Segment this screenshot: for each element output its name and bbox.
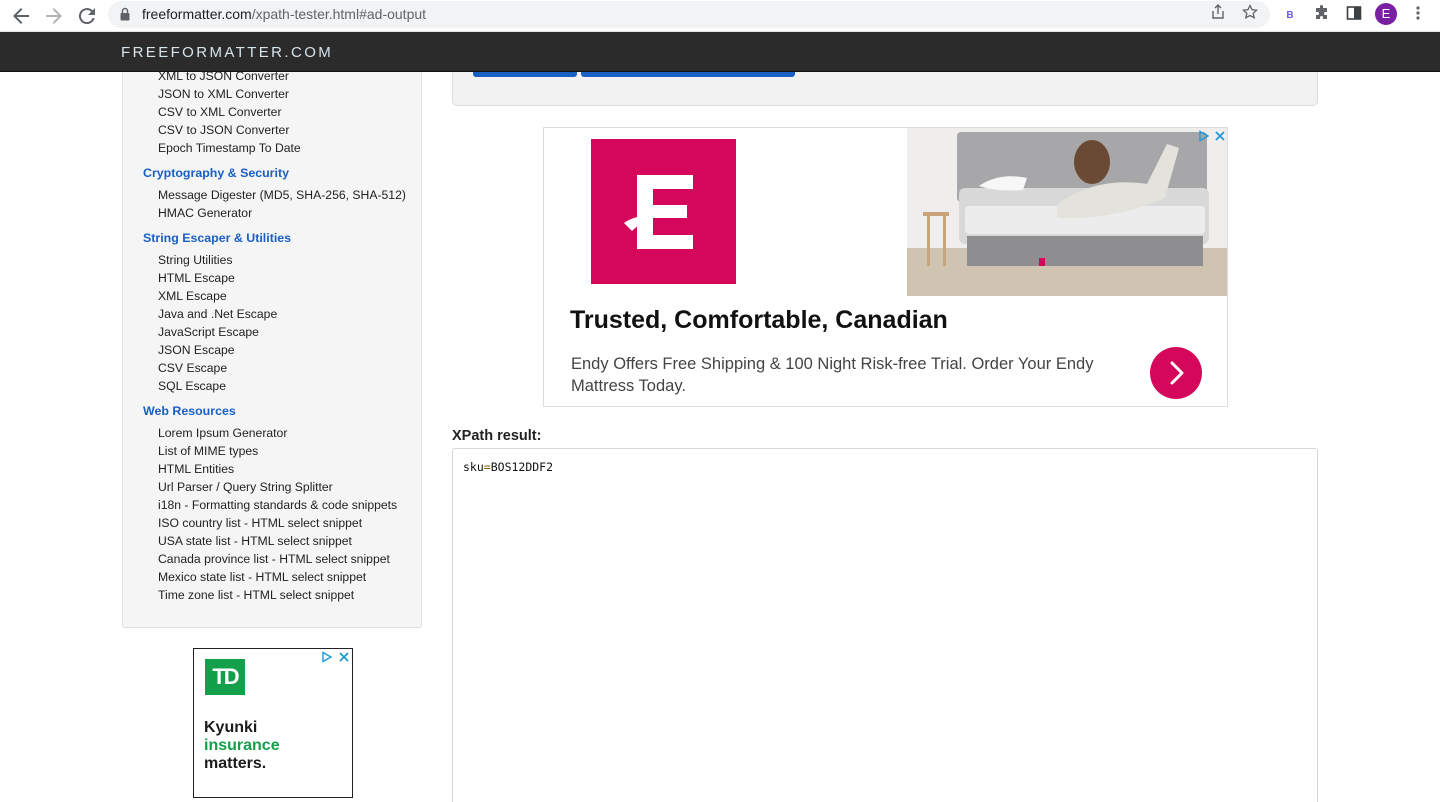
secondary-action-button[interactable] <box>581 72 795 77</box>
test-xpath-button[interactable] <box>473 72 577 77</box>
extension-b-icon[interactable]: B <box>1279 5 1301 27</box>
adchoices-icon[interactable] <box>321 651 333 663</box>
sidebar-link-canada-province[interactable]: Canada province list - HTML select snipp… <box>158 552 390 566</box>
forward-icon[interactable] <box>42 4 66 28</box>
td-ad-line3: matters. <box>204 755 267 772</box>
sidebar-link-message-digester[interactable]: Message Digester (MD5, SHA-256, SHA-512) <box>158 188 406 202</box>
chevron-right-icon <box>1170 361 1184 385</box>
share-icon[interactable] <box>1208 4 1228 24</box>
sidebar-link-usa-state[interactable]: USA state list - HTML select snippet <box>158 534 352 548</box>
ad-close-icon[interactable] <box>338 651 350 663</box>
sidebar-link-java-net-escape[interactable]: Java and .Net Escape <box>158 307 277 321</box>
menu-kebab-icon[interactable] <box>1407 5 1429 27</box>
adchoices-icon[interactable] <box>1198 130 1210 142</box>
site-header: FREEFORMATTER.COM <box>0 32 1440 72</box>
sidebar-category-crypto[interactable]: Cryptography & Security <box>143 166 289 180</box>
ad-td-insurance[interactable]: TD Kyunki insurance matters. <box>193 648 353 798</box>
sidebar-link-html-escape[interactable]: HTML Escape <box>158 271 235 285</box>
sidebar: XML to JSON Converter JSON to XML Conver… <box>122 69 422 628</box>
browser-toolbar: freeformatter.com/xpath-tester.html#ad-o… <box>0 0 1440 32</box>
ad-close-icon[interactable] <box>1214 130 1226 142</box>
sidebar-link-time-zone[interactable]: Time zone list - HTML select snippet <box>158 588 354 602</box>
bookmark-star-icon[interactable] <box>1240 3 1260 24</box>
sidebar-link-javascript-escape[interactable]: JavaScript Escape <box>158 325 259 339</box>
site-logo[interactable]: FREEFORMATTER.COM <box>121 44 333 61</box>
ad-cta-button[interactable] <box>1150 347 1202 399</box>
sidebar-link-html-entities[interactable]: HTML Entities <box>158 462 234 476</box>
endy-logo <box>591 139 736 284</box>
reload-icon[interactable] <box>75 4 99 28</box>
ad-headline: Trusted, Comfortable, Canadian <box>570 306 948 334</box>
url-path: /xpath-tester.html#ad-output <box>251 6 427 22</box>
sidebar-link-csv-to-json[interactable]: CSV to JSON Converter <box>158 123 289 137</box>
back-icon[interactable] <box>9 4 33 28</box>
url-host: freeformatter.com <box>142 6 252 22</box>
sidebar-link-mexico-state[interactable]: Mexico state list - HTML select snippet <box>158 570 366 584</box>
sidebar-category-string[interactable]: String Escaper & Utilities <box>143 231 291 245</box>
xpath-input-panel <box>452 72 1318 106</box>
xpath-result-label: XPath result: <box>452 428 542 444</box>
sidebar-link-lorem-ipsum[interactable]: Lorem Ipsum Generator <box>158 426 287 440</box>
sidebar-link-iso-country[interactable]: ISO country list - HTML select snippet <box>158 516 362 530</box>
sidebar-link-epoch-timestamp[interactable]: Epoch Timestamp To Date <box>158 141 301 155</box>
xpath-result-output[interactable]: sku=BOS12DDF2 <box>452 448 1318 802</box>
extensions-puzzle-icon[interactable] <box>1311 5 1333 27</box>
sidebar-link-mime-types[interactable]: List of MIME types <box>158 444 258 458</box>
result-equals: = <box>483 460 491 474</box>
profile-avatar[interactable]: E <box>1375 3 1397 25</box>
ad-endy-mattress[interactable]: Trusted, Comfortable, Canadian Endy Offe… <box>543 127 1228 407</box>
sidebar-link-csv-escape[interactable]: CSV Escape <box>158 361 227 375</box>
sidebar-link-xml-to-json[interactable]: XML to JSON Converter <box>158 69 289 83</box>
sidebar-link-sql-escape[interactable]: SQL Escape <box>158 379 226 393</box>
sidebar-link-json-to-xml[interactable]: JSON to XML Converter <box>158 87 289 101</box>
ad-body-text: Endy Offers Free Shipping & 100 Night Ri… <box>571 355 1094 395</box>
lock-icon <box>120 7 130 21</box>
sidebar-link-csv-to-xml[interactable]: CSV to XML Converter <box>158 105 282 119</box>
td-ad-line1: Kyunki <box>204 719 258 736</box>
result-line: sku=BOS12DDF2 <box>463 460 553 474</box>
sidebar-link-i18n[interactable]: i18n - Formatting standards & code snipp… <box>158 498 397 512</box>
sidebar-link-string-utilities[interactable]: String Utilities <box>158 253 233 267</box>
td-logo: TD <box>205 659 245 695</box>
sidebar-link-hmac-generator[interactable]: HMAC Generator <box>158 206 252 220</box>
result-value: BOS12DDF2 <box>490 460 554 474</box>
url-text: freeformatter.com/xpath-tester.html#ad-o… <box>142 6 426 22</box>
side-panel-icon[interactable] <box>1343 5 1365 27</box>
address-bar[interactable]: freeformatter.com/xpath-tester.html#ad-o… <box>108 1 1270 28</box>
td-ad-copy: Kyunki insurance matters. <box>204 719 280 773</box>
td-ad-line2: insurance <box>204 737 280 754</box>
ad-photo-bed <box>907 128 1227 296</box>
sidebar-link-url-parser[interactable]: Url Parser / Query String Splitter <box>158 480 333 494</box>
sidebar-link-xml-escape[interactable]: XML Escape <box>158 289 227 303</box>
result-key: sku <box>463 460 484 474</box>
sidebar-link-json-escape[interactable]: JSON Escape <box>158 343 235 357</box>
sidebar-category-web[interactable]: Web Resources <box>143 404 236 418</box>
